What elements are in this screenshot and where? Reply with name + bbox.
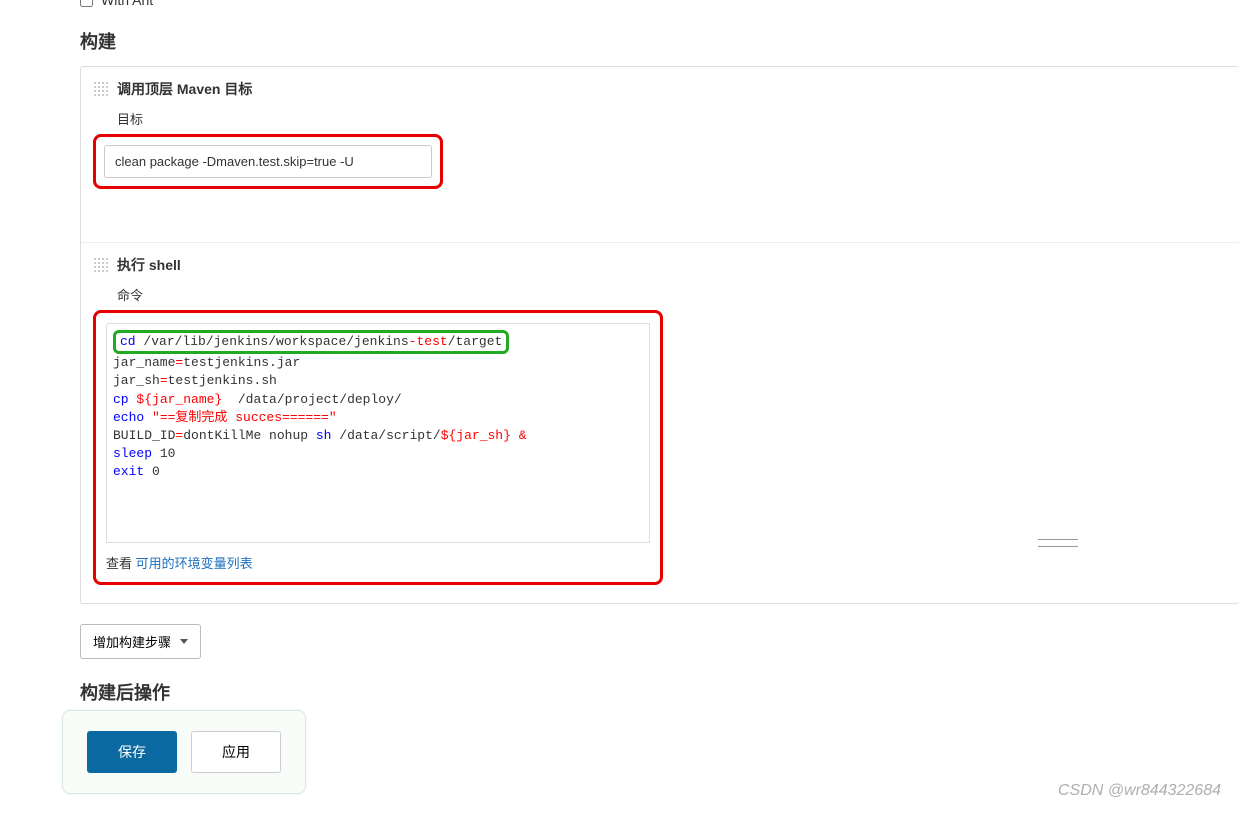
shell-step-title: 执行 shell	[117, 255, 181, 275]
save-button[interactable]: 保存	[87, 731, 177, 773]
build-container: 调用顶层 Maven 目标 目标 执行 shell 命令 cd /var/lib…	[80, 66, 1239, 604]
drag-handle-icon[interactable]	[93, 81, 109, 97]
env-vars-prefix: 查看	[106, 556, 132, 571]
env-vars-row: 查看 可用的环境变量列表	[106, 553, 650, 572]
maven-step-title: 调用顶层 Maven 目标	[117, 79, 252, 99]
shell-command-highlight-box: cd /var/lib/jenkins/workspace/jenkins-te…	[93, 310, 663, 585]
watermark-text: CSDN @wr844322684	[1058, 782, 1221, 800]
post-build-section-title: 构建后操作	[80, 679, 1239, 705]
shell-step-header: 执行 shell	[93, 255, 1227, 275]
shell-command-textarea[interactable]: cd /var/lib/jenkins/workspace/jenkins-te…	[106, 323, 650, 543]
step-separator	[81, 207, 1239, 243]
add-build-step-dropdown[interactable]: 增加构建步骤	[80, 624, 201, 659]
maven-step-box: 调用顶层 Maven 目标 目标	[81, 67, 1239, 207]
maven-goal-label: 目标	[117, 109, 1227, 128]
build-section-title: 构建	[80, 28, 1239, 54]
apply-button[interactable]: 应用	[191, 731, 281, 773]
drag-handle-icon[interactable]	[93, 257, 109, 273]
shell-command-label: 命令	[117, 285, 1227, 304]
env-vars-link[interactable]: 可用的环境变量列表	[136, 556, 253, 571]
with-ant-checkbox-row: With Ant	[80, 0, 1239, 8]
shell-step-box: 执行 shell 命令 cd /var/lib/jenkins/workspac…	[81, 243, 1239, 603]
maven-goal-input[interactable]	[104, 145, 432, 178]
with-ant-checkbox[interactable]	[80, 0, 93, 7]
maven-goal-highlight-box	[93, 134, 443, 189]
with-ant-label: With Ant	[101, 0, 153, 8]
action-bar: 保存 应用	[62, 710, 306, 794]
maven-step-header: 调用顶层 Maven 目标	[93, 79, 1227, 99]
